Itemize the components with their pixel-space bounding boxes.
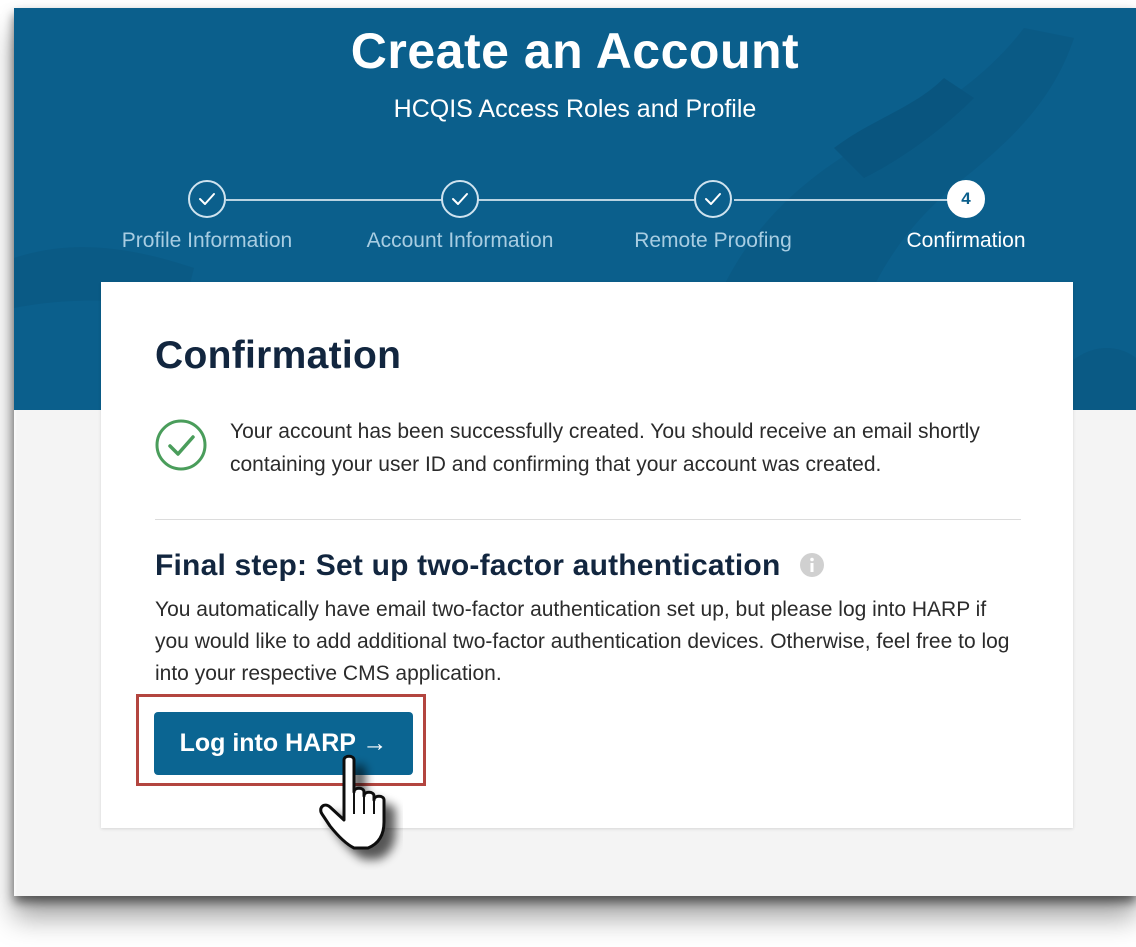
step-complete-indicator [694, 180, 732, 218]
step-label: Remote Proofing [634, 229, 792, 252]
check-icon [452, 193, 468, 205]
step-label: Confirmation [906, 229, 1026, 252]
step-complete-indicator [441, 180, 479, 218]
step-profile-information: Profile Information [87, 168, 327, 253]
divider [155, 519, 1021, 520]
card-title: Confirmation [155, 334, 402, 377]
page-frame: Create an Account HCQIS Access Roles and… [14, 8, 1136, 896]
confirmation-card: Confirmation Your account has been succe… [101, 282, 1073, 828]
step-current-indicator: 4 [947, 180, 985, 218]
page-title: Create an Account [350, 23, 800, 79]
final-step-heading-text: Final step: Set up two-factor authentica… [155, 549, 781, 582]
progress-stepper: Profile Information Account Information … [14, 168, 1136, 268]
page-subtitle: HCQIS Access Roles and Profile [393, 95, 757, 123]
step-confirmation: 4 Confirmation [846, 168, 1086, 253]
final-step-heading: Final step: Set up two-factor authentica… [155, 549, 825, 583]
hand-pointer-cursor-icon [319, 754, 386, 850]
step-complete-indicator [188, 180, 226, 218]
success-check-icon [155, 419, 207, 471]
check-icon [705, 193, 721, 205]
step-number: 4 [961, 189, 971, 208]
step-label: Profile Information [121, 229, 293, 252]
success-message: Your account has been successfully creat… [230, 420, 980, 476]
step-remote-proofing: Remote Proofing [593, 168, 833, 253]
step-account-information: Account Information [340, 168, 580, 253]
final-step-description: You automatically have email two-factor … [155, 598, 1010, 685]
check-icon [199, 193, 215, 205]
step-label: Account Information [366, 229, 554, 252]
info-icon[interactable] [799, 552, 825, 578]
